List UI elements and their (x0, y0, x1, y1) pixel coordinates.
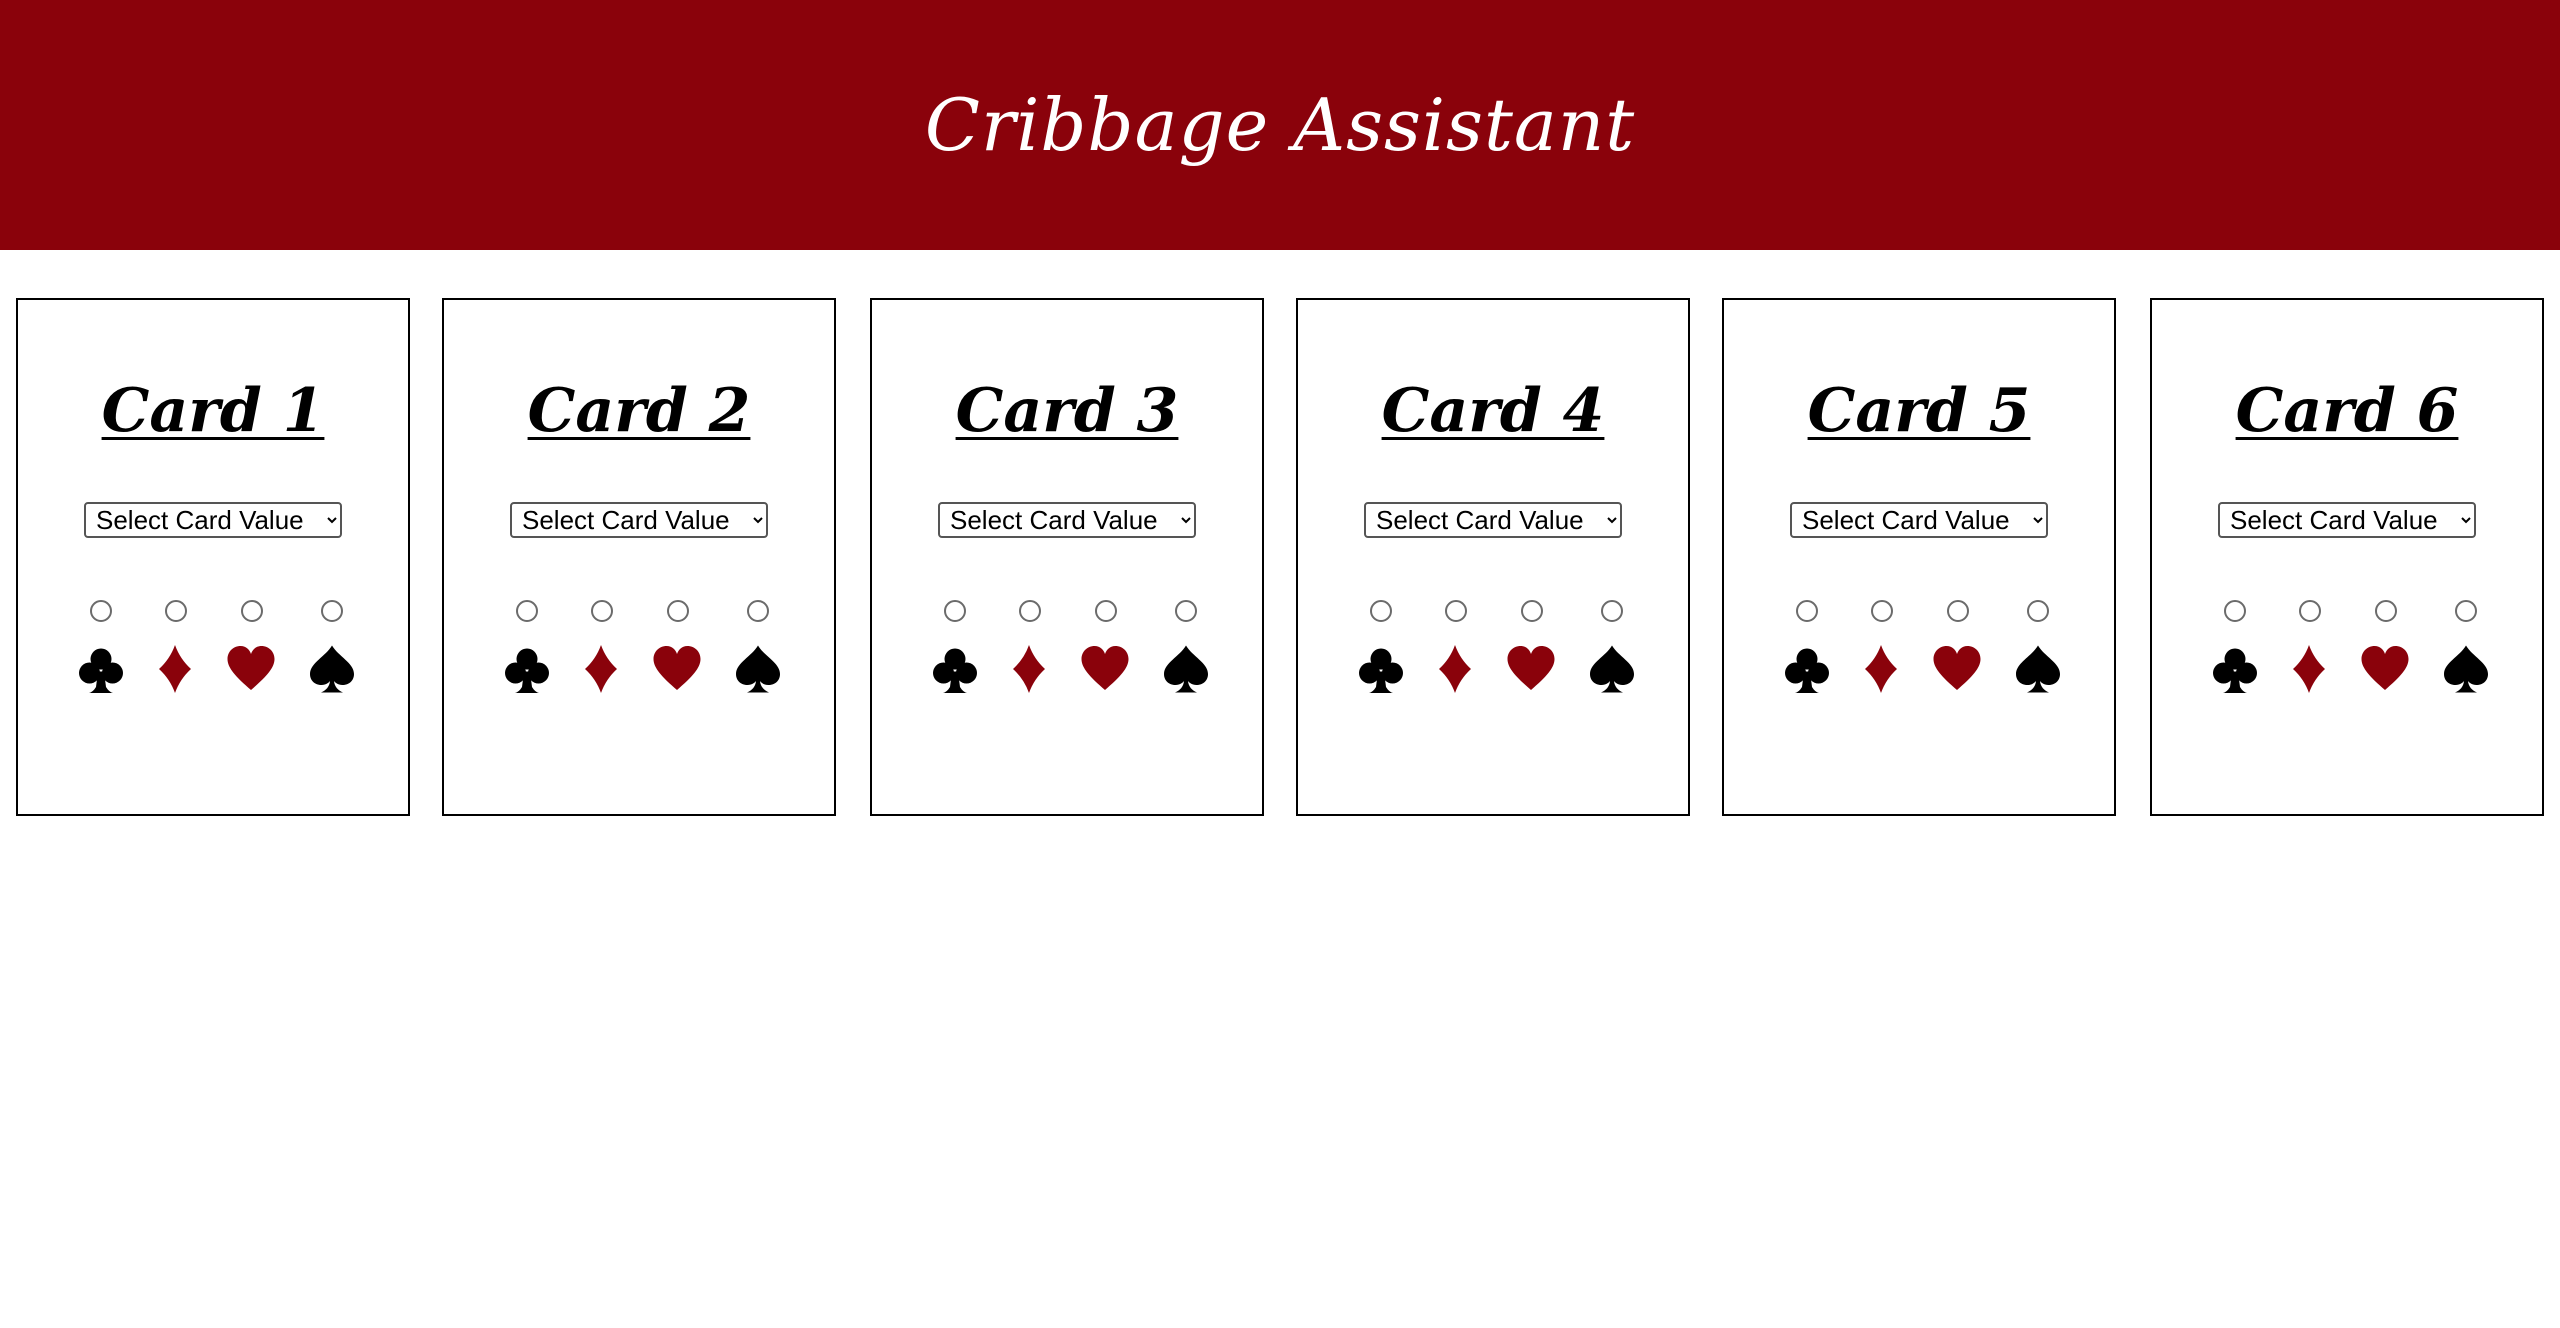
club-radio[interactable] (516, 600, 538, 622)
diamond-icon (2293, 645, 2325, 693)
diamond-icon (1013, 645, 1045, 693)
card-value-select-wrapper: Select Card Value (872, 502, 1262, 538)
club-radio[interactable] (90, 600, 112, 622)
card-value-select[interactable]: Select Card Value (1790, 502, 2048, 538)
spade-icon (310, 645, 354, 693)
diamond-radio[interactable] (2299, 600, 2321, 622)
cards-row: Card 1 Select Card Value Card 2 Select C… (16, 298, 2544, 816)
club-icon (505, 648, 549, 693)
diamond-icon (1439, 645, 1471, 693)
card-panel-5: Card 5 Select Card Value (1722, 298, 2116, 816)
heart-icon (227, 646, 275, 690)
spade-icon (2444, 645, 2488, 693)
spade-icon (1164, 645, 1208, 693)
card-panel-3: Card 3 Select Card Value (870, 298, 1264, 816)
diamond-radio[interactable] (1445, 600, 1467, 622)
card-panel-1: Card 1 Select Card Value (16, 298, 410, 816)
club-radio[interactable] (2224, 600, 2246, 622)
diamond-radio[interactable] (1019, 600, 1041, 622)
heart-radio[interactable] (667, 600, 689, 622)
header-bar: Cribbage Assistant (0, 0, 2560, 250)
club-radio[interactable] (1796, 600, 1818, 622)
card-title: Card 4 (1381, 376, 1605, 446)
spade-radio[interactable] (747, 600, 769, 622)
card-title: Card 5 (1807, 376, 2031, 446)
card-title: Card 3 (955, 376, 1179, 446)
card-value-select[interactable]: Select Card Value (1364, 502, 1622, 538)
spade-radio[interactable] (321, 600, 343, 622)
heart-radio[interactable] (1947, 600, 1969, 622)
spade-radio[interactable] (2455, 600, 2477, 622)
card-value-select[interactable]: Select Card Value (84, 502, 342, 538)
heart-icon (653, 646, 701, 690)
heart-icon (1507, 646, 1555, 690)
spade-radio[interactable] (2027, 600, 2049, 622)
heart-icon (1933, 646, 1981, 690)
card-value-select-wrapper: Select Card Value (2152, 502, 2542, 538)
club-icon (2213, 648, 2257, 693)
heart-icon (1081, 646, 1129, 690)
heart-radio[interactable] (241, 600, 263, 622)
club-icon (79, 648, 123, 693)
spade-icon (2016, 645, 2060, 693)
club-radio[interactable] (944, 600, 966, 622)
diamond-icon (585, 645, 617, 693)
card-value-select[interactable]: Select Card Value (2218, 502, 2476, 538)
spade-radio[interactable] (1175, 600, 1197, 622)
diamond-icon (1865, 645, 1897, 693)
card-value-select-wrapper: Select Card Value (1298, 502, 1688, 538)
diamond-radio[interactable] (1871, 600, 1893, 622)
card-panel-4: Card 4 Select Card Value (1296, 298, 1690, 816)
diamond-radio[interactable] (591, 600, 613, 622)
page-title: Cribbage Assistant (924, 83, 1636, 167)
card-value-select-wrapper: Select Card Value (1724, 502, 2114, 538)
card-value-select[interactable]: Select Card Value (510, 502, 768, 538)
heart-radio[interactable] (1095, 600, 1117, 622)
card-value-select[interactable]: Select Card Value (938, 502, 1196, 538)
diamond-icon (159, 645, 191, 693)
spade-icon (1590, 645, 1634, 693)
heart-icon (2361, 646, 2409, 690)
card-value-select-wrapper: Select Card Value (18, 502, 408, 538)
heart-radio[interactable] (1521, 600, 1543, 622)
card-title: Card 2 (527, 376, 751, 446)
card-value-select-wrapper: Select Card Value (444, 502, 834, 538)
card-panel-6: Card 6 Select Card Value (2150, 298, 2544, 816)
card-panel-2: Card 2 Select Card Value (442, 298, 836, 816)
card-title: Card 1 (101, 376, 325, 446)
club-icon (1359, 648, 1403, 693)
card-title: Card 6 (2235, 376, 2459, 446)
heart-radio[interactable] (2375, 600, 2397, 622)
spade-icon (736, 645, 780, 693)
diamond-radio[interactable] (165, 600, 187, 622)
spade-radio[interactable] (1601, 600, 1623, 622)
club-icon (933, 648, 977, 693)
club-icon (1785, 648, 1829, 693)
club-radio[interactable] (1370, 600, 1392, 622)
